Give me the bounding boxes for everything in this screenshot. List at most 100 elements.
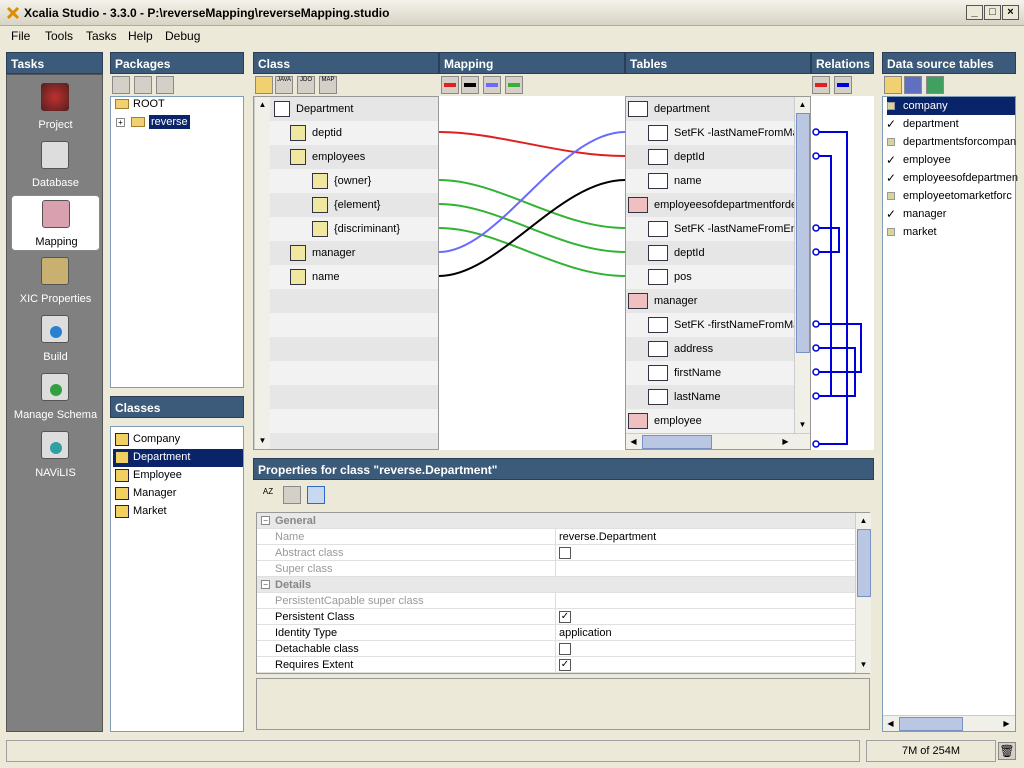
tables-tree: department SetFK -lastNameFromMan deptId na…	[626, 97, 794, 433]
scroll-thumb[interactable]	[642, 435, 712, 449]
java-view-icon[interactable]: JAVA	[275, 76, 293, 94]
field-icon	[312, 221, 328, 237]
class-item-department[interactable]: Department	[113, 449, 243, 467]
collapse-toggle-icon[interactable]: −	[261, 580, 270, 589]
class-item-manager[interactable]: Manager	[113, 485, 243, 503]
property-row[interactable]: Identity Type application	[257, 625, 855, 641]
expand-toggle-icon[interactable]: +	[116, 118, 125, 127]
refresh-tables-icon[interactable]	[926, 76, 944, 94]
maximize-button[interactable]: □	[984, 5, 1001, 20]
table-marker-icon	[887, 102, 895, 110]
map-view-icon[interactable]: MAP	[319, 76, 337, 94]
sort-alpha-icon[interactable]: AZ	[259, 486, 277, 504]
scroll-up-icon[interactable]: ▲	[795, 97, 810, 112]
property-row[interactable]: Name reverse.Department	[257, 529, 855, 545]
scroll-left-icon[interactable]: ◀	[626, 434, 641, 449]
task-manage-schema[interactable]: Manage Schema	[11, 369, 100, 425]
package-expand-icon[interactable]	[134, 76, 152, 94]
scroll-right-icon[interactable]: ▶	[999, 716, 1014, 731]
datasource-item[interactable]: employeetomarketforc	[887, 187, 1015, 205]
class-item-employee[interactable]: Employee	[113, 467, 243, 485]
foreign-key-icon	[648, 221, 668, 237]
datasource-item[interactable]: departmentsforcompan	[887, 133, 1016, 151]
property-row[interactable]: Super class	[257, 561, 855, 577]
black-line-filter-button[interactable]	[461, 76, 479, 94]
datasource-horizontal-scrollbar[interactable]: ◀ ▶	[883, 715, 1015, 731]
column-icon	[648, 341, 668, 357]
task-build[interactable]: Build	[11, 311, 100, 367]
task-project[interactable]: Project	[11, 79, 100, 135]
back-arrow-icon[interactable]	[255, 76, 273, 94]
task-navilis[interactable]: NAViLIS	[11, 427, 100, 483]
scroll-down-icon[interactable]: ▼	[795, 417, 810, 432]
garbage-collect-trash-icon[interactable]: 🗑	[998, 742, 1016, 760]
scroll-thumb[interactable]	[857, 529, 871, 597]
task-mapping[interactable]: Mapping	[11, 195, 100, 251]
property-section[interactable]: − General	[257, 513, 855, 529]
back-arrow-icon[interactable]	[884, 76, 902, 94]
scroll-right-icon[interactable]: ▶	[778, 434, 793, 449]
foreign-key-icon	[648, 317, 668, 333]
property-description-area	[256, 678, 870, 730]
property-row[interactable]: PersistentCapable super class	[257, 593, 855, 609]
menu-debug[interactable]: Debug	[165, 29, 200, 43]
property-checkbox[interactable]: ✓	[559, 659, 571, 671]
package-new-icon[interactable]	[112, 76, 130, 94]
class-item-company[interactable]: Company	[113, 431, 243, 449]
column-icon	[648, 173, 668, 189]
tables-vertical-scrollbar[interactable]: ▲ ▼	[794, 97, 810, 433]
property-row[interactable]: Abstract class	[257, 545, 855, 561]
list-view-icon[interactable]	[307, 486, 325, 504]
jdo-view-icon[interactable]: JDO	[297, 76, 315, 94]
scroll-down-icon[interactable]: ▼	[255, 433, 270, 448]
class-icon	[115, 505, 129, 518]
minimize-button[interactable]: _	[966, 5, 983, 20]
datasource-item[interactable]: ✓ employeesofdepartmen	[886, 169, 1018, 187]
properties-scrollbar[interactable]: ▲ ▼	[855, 513, 871, 673]
menu-bar: File Tools Tasks Help Debug	[0, 26, 1024, 46]
class-tree-scrollbar[interactable]: ▲ ▼	[254, 97, 270, 449]
datasource-item[interactable]: market	[887, 223, 1015, 241]
class-tree-panel: ▲ ▼ Department deptid employees {owner} {ele…	[253, 96, 439, 450]
scroll-thumb[interactable]	[796, 113, 810, 353]
package-reverse[interactable]: reverse	[149, 115, 190, 129]
close-button[interactable]: ×	[1002, 5, 1019, 20]
package-root[interactable]: ROOT	[133, 98, 165, 110]
red-line-filter-button[interactable]	[441, 76, 459, 94]
class-item-market[interactable]: Market	[113, 503, 243, 521]
relation-blue-filter-button[interactable]	[834, 76, 852, 94]
property-section[interactable]: − Details	[257, 577, 855, 593]
property-row[interactable]: Detachable class	[257, 641, 855, 657]
datasource-item[interactable]: ✓ manager	[886, 205, 1015, 223]
collapse-toggle-icon[interactable]: −	[261, 516, 270, 525]
tables-horizontal-scrollbar[interactable]: ◀ ▶	[626, 433, 810, 449]
property-row[interactable]: Requires Extent ✓	[257, 657, 855, 673]
menu-help[interactable]: Help	[128, 29, 153, 43]
scroll-down-icon[interactable]: ▼	[856, 657, 871, 672]
datasource-item[interactable]: ✓ department	[886, 115, 1015, 133]
package-collapse-icon[interactable]	[156, 76, 174, 94]
green-line-filter-button[interactable]	[505, 76, 523, 94]
blue-line-filter-button[interactable]	[483, 76, 501, 94]
menu-file[interactable]: File	[11, 29, 30, 43]
scroll-thumb[interactable]	[899, 717, 963, 731]
property-checkbox[interactable]	[559, 547, 571, 559]
categorized-view-icon[interactable]	[283, 486, 301, 504]
task-database[interactable]: Database	[11, 137, 100, 193]
scroll-left-icon[interactable]: ◀	[883, 716, 898, 731]
property-checkbox[interactable]: ✓	[559, 611, 571, 623]
relation-red-filter-button[interactable]	[812, 76, 830, 94]
menu-tools[interactable]: Tools	[45, 29, 73, 43]
menu-tasks[interactable]: Tasks	[86, 29, 117, 43]
datasource-item[interactable]: ✓ employee	[886, 151, 1015, 169]
field-icon	[290, 269, 306, 285]
scroll-up-icon[interactable]: ▲	[856, 513, 871, 528]
task-xic-properties[interactable]: XIC Properties	[11, 253, 100, 309]
datasource-item[interactable]: company	[887, 97, 1015, 115]
scroll-up-icon[interactable]: ▲	[255, 97, 270, 112]
field-icon	[290, 125, 306, 141]
relation-endpoint	[812, 368, 820, 376]
add-table-icon[interactable]	[904, 76, 922, 94]
property-row[interactable]: Persistent Class ✓	[257, 609, 855, 625]
property-checkbox[interactable]	[559, 643, 571, 655]
